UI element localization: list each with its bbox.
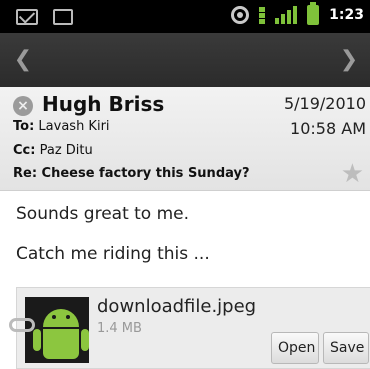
message-date: 5/19/2010 (283, 94, 366, 113)
message-time: 10:58 AM (290, 119, 366, 138)
mail-icon (16, 9, 38, 25)
status-time: 1:23 (329, 7, 364, 23)
message-body-line: Catch me riding this ... (16, 244, 210, 264)
attachment-card: downloadfile.jpeg 1.4 MB Open Save (9, 287, 370, 369)
cc-label: Cc: (13, 143, 36, 158)
chevron-left-icon[interactable]: ❮ (10, 47, 36, 73)
chevron-right-icon[interactable]: ❯ (336, 47, 362, 73)
attachment-thumbnail[interactable] (25, 297, 89, 363)
sender-name[interactable]: Hugh Briss (42, 92, 164, 116)
message-subject: Re: Cheese factory this Sunday? (13, 166, 250, 181)
notification-icons (16, 9, 73, 25)
paperclip-icon (9, 318, 35, 332)
status-bar: 1:23 (0, 0, 370, 33)
network-activity-icon (259, 6, 266, 24)
calendar-icon (53, 9, 73, 25)
save-button[interactable]: Save (323, 332, 369, 364)
battery-icon (307, 2, 320, 25)
system-icons: 1:23 (231, 2, 364, 25)
presence-status-icon: × (13, 96, 33, 116)
to-line: To: Lavash Kiri (13, 119, 110, 134)
cc-line: Cc: Paz Ditu (13, 143, 93, 158)
gps-icon (231, 6, 250, 24)
signal-icon (275, 6, 298, 24)
to-recipient[interactable]: Lavash Kiri (38, 119, 109, 134)
open-button[interactable]: Open (271, 332, 319, 364)
star-icon[interactable]: ★ (341, 161, 364, 187)
to-label: To: (13, 119, 35, 134)
android-robot-icon (43, 309, 79, 327)
cc-recipient[interactable]: Paz Ditu (40, 143, 93, 158)
attachment-size: 1.4 MB (97, 321, 142, 336)
message-header: × Hugh Briss 5/19/2010 10:58 AM To: Lava… (0, 87, 370, 191)
message-body-line: Sounds great to me. (16, 204, 190, 224)
message-nav-bar: ❮ ❯ (0, 33, 370, 87)
attachment-filename: downloadfile.jpeg (97, 296, 257, 317)
